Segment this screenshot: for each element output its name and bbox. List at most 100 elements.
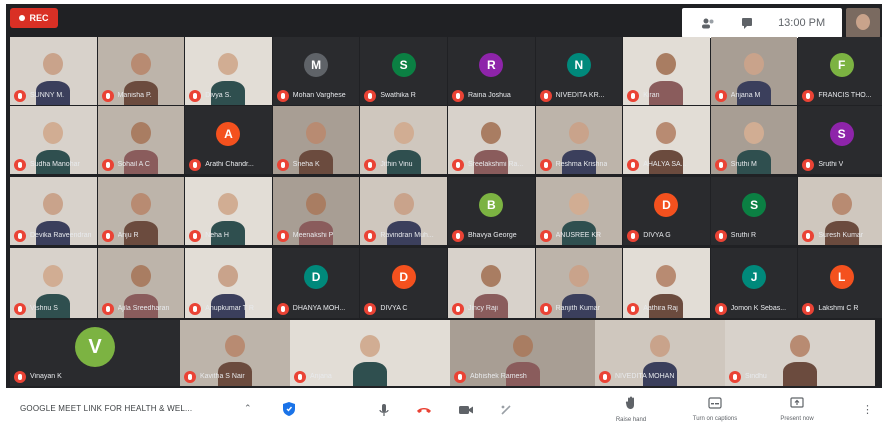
- microphone-icon[interactable]: [376, 403, 392, 417]
- muted-mic-icon: [627, 303, 640, 315]
- raise-hand-label: Raise hand: [615, 417, 647, 423]
- participant-tile[interactable]: S Sruthi R: [710, 177, 798, 245]
- participant-tile[interactable]: Aathira Raj: [623, 248, 710, 318]
- participant-name: Devika Raveendran: [30, 232, 92, 239]
- participant-tile[interactable]: N NIVEDITA KR...: [535, 37, 623, 105]
- participant-tile[interactable]: Jithin Vinu: [360, 106, 447, 174]
- self-view-thumbnail[interactable]: [846, 8, 880, 38]
- participant-tile[interactable]: A Arathi Chandr...: [185, 106, 272, 174]
- participant-video-face: [481, 265, 502, 287]
- participant-tile[interactable]: R Raina Joshua: [448, 37, 535, 105]
- participant-tile[interactable]: Jincy Raji: [448, 248, 535, 318]
- participant-name: Lakshmi C R: [818, 305, 859, 312]
- participant-name: Vinayan K: [30, 373, 62, 380]
- participant-name: Kiran: [643, 92, 660, 99]
- participant-video-face: [790, 335, 810, 357]
- participant-video-face: [656, 122, 677, 144]
- participant-tile[interactable]: Manisha P.: [97, 37, 185, 105]
- participant-tile[interactable]: AHALYA SA...: [623, 106, 710, 174]
- participant-tile[interactable]: V Vinayan K: [10, 320, 180, 386]
- participant-tile[interactable]: Anjana: [290, 320, 450, 386]
- participant-tile[interactable]: Sreelakshmi Ra...: [448, 106, 535, 174]
- participant-video-face: [130, 265, 151, 287]
- participant-video-face: [130, 53, 151, 75]
- present-now-button[interactable]: Present now: [772, 396, 822, 422]
- participant-tile[interactable]: Divya S.: [185, 37, 272, 105]
- participant-avatar: M: [304, 53, 329, 77]
- participant-tile[interactable]: Anjana M: [710, 37, 798, 105]
- participant-avatar: R: [479, 53, 504, 77]
- participant-tile[interactable]: Ajila Sreedharan: [97, 248, 185, 318]
- participant-tile[interactable]: Anupkumar T R: [185, 248, 272, 318]
- participant-tile[interactable]: S Sruthi V: [798, 106, 882, 174]
- participant-tile[interactable]: Reshma Krishna: [535, 106, 623, 174]
- muted-mic-icon: [599, 371, 611, 383]
- participant-name: DIVYA C: [380, 305, 408, 312]
- chat-icon[interactable]: [738, 16, 756, 30]
- participants-icon[interactable]: [699, 16, 717, 30]
- participant-tile[interactable]: F FRANCIS THO...: [798, 37, 882, 105]
- participant-tile[interactable]: ANUSREE KR: [535, 177, 623, 245]
- participant-tile[interactable]: Meenakshi P: [272, 177, 360, 245]
- captions-button[interactable]: Turn on captions: [690, 396, 740, 422]
- hang-up-icon[interactable]: [416, 403, 432, 417]
- participant-video-face: [43, 122, 64, 144]
- meeting-title[interactable]: GOOGLE MEET LINK FOR HEALTH & WEL...: [20, 404, 192, 413]
- participant-tile[interactable]: Suresh Kumar: [798, 177, 882, 245]
- participant-tile[interactable]: Devika Raveendran: [10, 177, 97, 245]
- muted-mic-icon: [539, 90, 552, 102]
- participant-tile[interactable]: Kiran: [623, 37, 710, 105]
- participant-tile[interactable]: D DIVYA G: [623, 177, 710, 245]
- muted-mic-icon: [364, 90, 377, 102]
- participant-name: Swathika R: [380, 92, 416, 99]
- more-actions-icon[interactable]: [498, 403, 514, 417]
- shield-icon[interactable]: [282, 401, 296, 417]
- muted-mic-icon: [714, 159, 727, 171]
- participant-avatar: S: [742, 193, 767, 217]
- participant-tile[interactable]: Ranjith Kumar: [535, 248, 623, 318]
- participant-tile[interactable]: Sindhu: [725, 320, 875, 386]
- participant-avatar: V: [75, 327, 115, 367]
- participant-tile[interactable]: Sneha K: [272, 106, 360, 174]
- muted-mic-icon: [802, 303, 815, 315]
- participant-tile[interactable]: M Mohan Varghese: [272, 37, 360, 105]
- participant-tile[interactable]: J Jomon K Sebas...: [710, 248, 798, 318]
- participant-tile[interactable]: D DHANYA MOH...: [272, 248, 360, 318]
- participant-video-face: [568, 265, 589, 287]
- muted-mic-icon: [539, 303, 552, 315]
- participant-tile[interactable]: Sudha Manohar: [10, 106, 97, 174]
- recording-dot-icon: [19, 15, 26, 21]
- participant-video-face: [225, 335, 245, 357]
- participant-video-face: [481, 122, 502, 144]
- participant-tile[interactable]: Abhishek Ramesh: [450, 320, 595, 386]
- meet-window: REC 13:00 PM SUNNY M. Manisha P. Divya S. M…: [0, 0, 882, 431]
- participant-tile[interactable]: Vishnu S: [10, 248, 97, 318]
- chevron-up-icon[interactable]: ⌃: [244, 403, 252, 414]
- participant-tile[interactable]: Ravindran Muh...: [360, 177, 447, 245]
- participant-video-face: [831, 193, 852, 215]
- participant-name: Abhishek Ramesh: [470, 373, 527, 380]
- camera-icon[interactable]: [458, 403, 474, 417]
- participant-tile[interactable]: D DIVYA C: [360, 248, 447, 318]
- participant-tile[interactable]: NIVEDITA MOHAN: [595, 320, 725, 386]
- participant-avatar: S: [829, 122, 854, 146]
- raise-hand-button[interactable]: Raise hand: [606, 396, 656, 423]
- muted-mic-icon: [454, 371, 466, 383]
- participant-tile[interactable]: SUNNY M.: [10, 37, 97, 105]
- participant-name: DIVYA G: [643, 232, 671, 239]
- participant-video-face: [512, 335, 533, 357]
- muted-mic-icon: [729, 371, 741, 383]
- participant-tile[interactable]: L Lakshmi C R: [798, 248, 882, 318]
- more-options-icon[interactable]: ⋮: [862, 403, 873, 416]
- participant-name: Ajila Sreedharan: [117, 305, 170, 312]
- participant-name: Sruthi V: [818, 161, 844, 168]
- participant-tile[interactable]: Anju R: [97, 177, 185, 245]
- participant-tile[interactable]: Sohail A C: [97, 106, 185, 174]
- participant-tile[interactable]: Sruthi M: [710, 106, 798, 174]
- participant-tile[interactable]: B Bhavya George: [448, 177, 535, 245]
- participant-name: Reshma Krishna: [555, 161, 608, 168]
- participant-tile[interactable]: Neha H: [185, 177, 272, 245]
- participant-tile[interactable]: S Swathika R: [360, 37, 447, 105]
- participant-name: Raina Joshua: [468, 92, 511, 99]
- participant-tile[interactable]: Kavitha S Nair: [180, 320, 290, 386]
